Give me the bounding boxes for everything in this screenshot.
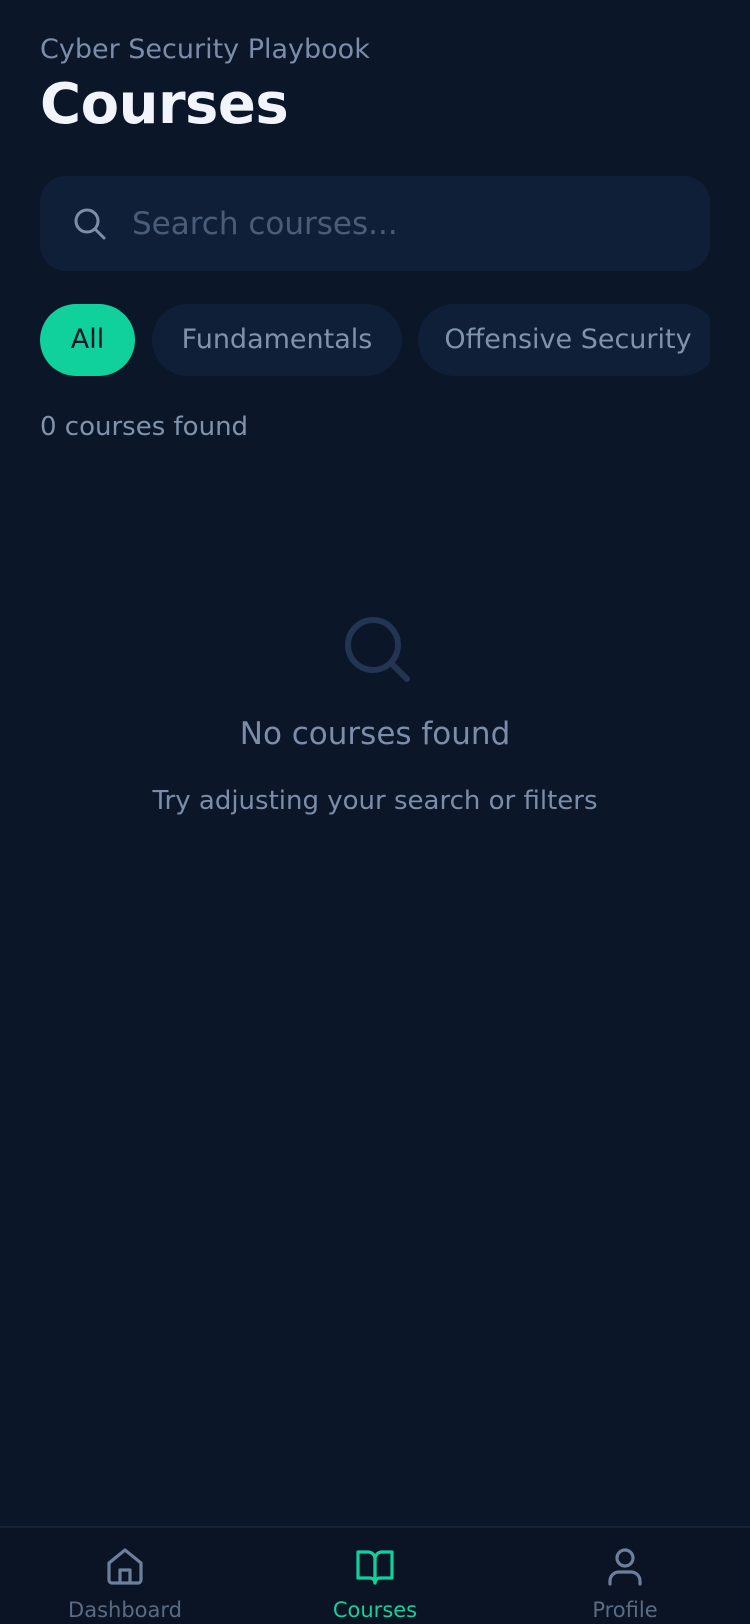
app-subtitle: Cyber Security Playbook (40, 34, 370, 65)
bottom-tab-bar: Dashboard Courses Profile (0, 1526, 750, 1624)
filter-chips: All Fundamentals Offensive Security (40, 304, 710, 376)
tab-label: Profile (592, 1598, 658, 1622)
page-title: Courses (40, 72, 289, 137)
search-icon (74, 208, 106, 240)
home-icon (107, 1548, 143, 1585)
tab-dashboard[interactable]: Dashboard (0, 1528, 250, 1624)
empty-state-title: No courses found (239, 716, 511, 752)
search-input[interactable] (130, 176, 690, 271)
search-bar[interactable] (40, 176, 710, 271)
tab-label: Dashboard (68, 1598, 182, 1622)
tab-label: Courses (332, 1598, 418, 1622)
book-icon (356, 1550, 394, 1585)
results-count: 0 courses found (40, 412, 249, 442)
courses-screen: Cyber Security Playbook Courses All Fund… (0, 0, 750, 1624)
empty-state-subtitle: Try adjusting your search or filters (152, 786, 598, 816)
user-icon (608, 1548, 642, 1586)
filter-chip-fundamentals[interactable]: Fundamentals (152, 304, 402, 376)
tab-courses[interactable]: Courses (250, 1528, 500, 1624)
empty-search-icon (345, 617, 410, 682)
tab-profile[interactable]: Profile (500, 1528, 750, 1624)
filter-chip-all[interactable]: All (40, 304, 135, 376)
filter-chip-offensive-security[interactable]: Offensive Security (418, 304, 710, 376)
